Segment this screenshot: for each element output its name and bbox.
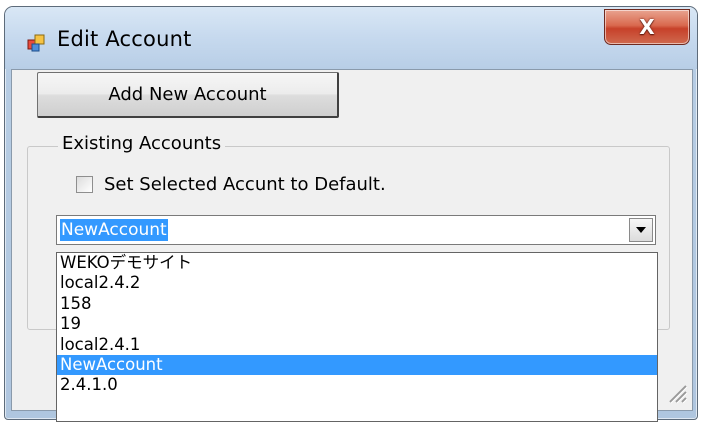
account-combobox[interactable]: NewAccount xyxy=(56,215,656,245)
dropdown-item[interactable]: local2.4.1 xyxy=(57,335,657,355)
dropdown-item[interactable]: 19 xyxy=(57,314,657,334)
default-account-checkbox-row[interactable]: Set Selected Accunt to Default. xyxy=(76,174,386,195)
dropdown-item[interactable]: 158 xyxy=(57,294,657,314)
title-bar[interactable]: Edit Account xyxy=(5,7,697,69)
set-default-label[interactable]: Set Selected Accunt to Default. xyxy=(104,174,386,195)
account-dropdown-list[interactable]: WEKOデモサイト local2.4.2 158 19 local2.4.1 N… xyxy=(56,252,658,422)
dropdown-item[interactable]: local2.4.2 xyxy=(57,273,657,293)
window-title: Edit Account xyxy=(57,27,192,51)
app-window-icon xyxy=(27,34,45,52)
dropdown-item[interactable]: 2.4.1.0 xyxy=(57,375,657,395)
chevron-down-icon xyxy=(636,227,646,233)
group-legend: Existing Accounts xyxy=(58,133,226,154)
combobox-dropdown-button[interactable] xyxy=(629,218,653,242)
add-new-account-button[interactable]: Add New Account xyxy=(37,72,339,118)
dropdown-item-selected[interactable]: NewAccount xyxy=(57,354,657,376)
close-icon: X xyxy=(639,15,655,39)
combobox-selected-value: NewAccount xyxy=(60,219,168,241)
close-button[interactable]: X xyxy=(604,9,690,45)
resize-grip-icon[interactable] xyxy=(664,380,688,404)
set-default-checkbox[interactable] xyxy=(76,176,93,193)
dropdown-item[interactable]: WEKOデモサイト xyxy=(57,253,657,273)
